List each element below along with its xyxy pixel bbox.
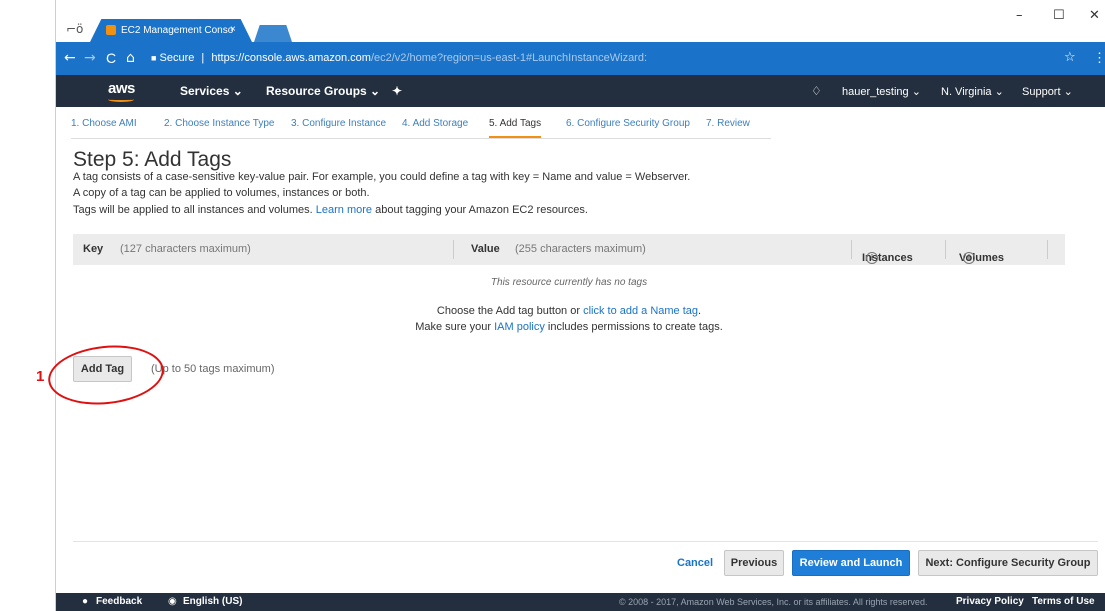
new-tab-button[interactable] [254,25,292,42]
info-icon[interactable]: i [963,252,975,264]
step-configure-instance[interactable]: 3. Configure Instance [291,118,386,129]
feedback-link[interactable]: Feedback [96,596,142,607]
terms-of-use-link[interactable]: Terms of Use [1032,596,1095,607]
forward-icon[interactable]: → [84,50,96,66]
browser-window: ⌐ö EC2 Management Conso × – ☐ ✕ ← → C ⌂ … [55,0,1105,611]
step-configure-security-group[interactable]: 6. Configure Security Group [566,118,690,129]
incognito-icon: ⌐ö [66,22,84,36]
hint-text: Make sure your [415,321,492,333]
cancel-link[interactable]: Cancel [677,557,713,569]
learn-more-link[interactable]: Learn more [316,204,372,216]
column-separator [1047,240,1048,259]
review-and-launch-button[interactable]: Review and Launch [792,550,910,576]
minimize-icon[interactable]: – [1016,8,1023,23]
maximize-icon[interactable]: ☐ [1053,8,1065,23]
next-configure-security-group-button[interactable]: Next: Configure Security Group [918,550,1098,576]
url-host: console.aws.amazon.com [244,52,371,64]
annotation-number: 1 [36,368,45,385]
steps-divider [71,138,771,139]
browser-tab[interactable]: EC2 Management Conso × [90,19,252,42]
resource-groups-menu[interactable]: Resource Groups ⌄ [266,84,380,98]
url-field[interactable]: ■ Secure | https://console.aws.amazon.co… [151,52,647,64]
title-bar: ⌐ö EC2 Management Conso × – ☐ ✕ [56,0,1105,42]
description-line-2: A copy of a tag can be applied to volume… [73,187,370,199]
close-window-icon[interactable]: ✕ [1089,8,1100,23]
globe-icon: ◉ [168,596,177,607]
column-separator [945,240,946,259]
add-name-tag-link[interactable]: click to add a Name tag [583,305,698,317]
back-icon[interactable]: ← [64,50,76,66]
language-selector[interactable]: English (US) [183,596,242,607]
address-bar: ← → C ⌂ ■ Secure | https://console.aws.a… [56,42,1105,75]
desc3-text: Tags will be applied to all instances an… [73,204,313,216]
tab-close-icon[interactable]: × [230,24,236,35]
key-column-header: Key [83,243,104,255]
hint-text-end: . [698,305,702,317]
notifications-bell-icon[interactable]: ♢ [811,84,822,98]
info-icon[interactable]: i [866,252,878,264]
copyright-text: © 2008 - 2017, Amazon Web Services, Inc.… [619,597,928,607]
description-line-3: Tags will be applied to all instances an… [73,204,588,216]
step-choose-instance-type[interactable]: 2. Choose Instance Type [164,118,274,129]
pin-icon[interactable]: ✦ [392,84,402,98]
previous-button[interactable]: Previous [724,550,784,576]
services-menu[interactable]: Services ⌄ [180,84,243,98]
aws-header: aws Services ⌄ Resource Groups ⌄ ✦ ♢ hau… [56,75,1105,107]
column-separator [453,240,454,259]
reload-icon[interactable]: C [106,50,116,66]
add-tag-button[interactable]: Add Tag [73,356,132,382]
home-icon[interactable]: ⌂ [126,50,135,66]
url-scheme: https:// [211,52,245,64]
page-title: Step 5: Add Tags [73,148,232,171]
desc3-text-after: about tagging your Amazon EC2 resources. [375,204,588,216]
step-choose-ami[interactable]: 1. Choose AMI [71,118,137,129]
feedback-icon: ● [82,596,89,607]
privacy-policy-link[interactable]: Privacy Policy [956,596,1024,607]
hint-text: Choose the Add tag button or [436,305,581,317]
column-separator [851,240,852,259]
iam-policy-link[interactable]: IAM policy [494,321,545,333]
step-add-tags[interactable]: 5. Add Tags [489,118,542,138]
value-column-note: (255 characters maximum) [515,243,646,255]
aws-favicon-icon [106,25,116,35]
tags-table-header: Key (127 characters maximum) Value (255 … [73,234,1065,265]
bookmark-star-icon[interactable]: ☆ [1064,50,1076,65]
tab-title: EC2 Management Conso [121,25,234,36]
hint-text-end: includes permissions to create tags. [547,321,723,333]
key-column-note: (127 characters maximum) [120,243,251,255]
aws-logo[interactable]: aws [108,80,135,97]
browser-menu-icon[interactable]: ⋮ [1093,50,1105,66]
region-menu[interactable]: N. Virginia ⌄ [941,85,1004,98]
account-menu[interactable]: hauer_testing ⌄ [842,85,921,98]
step-review[interactable]: 7. Review [706,118,750,129]
add-tag-hint: Choose the Add tag button or click to ad… [73,305,1065,317]
iam-policy-hint: Make sure your IAM policy includes permi… [73,321,1065,333]
no-tags-message: This resource currently has no tags [490,277,648,288]
value-column-header: Value [471,243,500,255]
secure-label: Secure [159,52,195,64]
add-tag-limit-note: (Up to 50 tags maximum) [151,363,275,375]
url-path: /ec2/v2/home?region=us-east-1#LaunchInst… [370,52,648,64]
actions-divider [73,541,1098,542]
console-footer: ● Feedback ◉ English (US) © 2008 - 2017,… [56,593,1105,611]
description-line-1: A tag consists of a case-sensitive key-v… [73,171,691,183]
aws-logo-smile [108,97,134,102]
support-menu[interactable]: Support ⌄ [1022,85,1073,98]
step-add-storage[interactable]: 4. Add Storage [402,118,468,129]
lock-icon: ■ [151,53,157,63]
